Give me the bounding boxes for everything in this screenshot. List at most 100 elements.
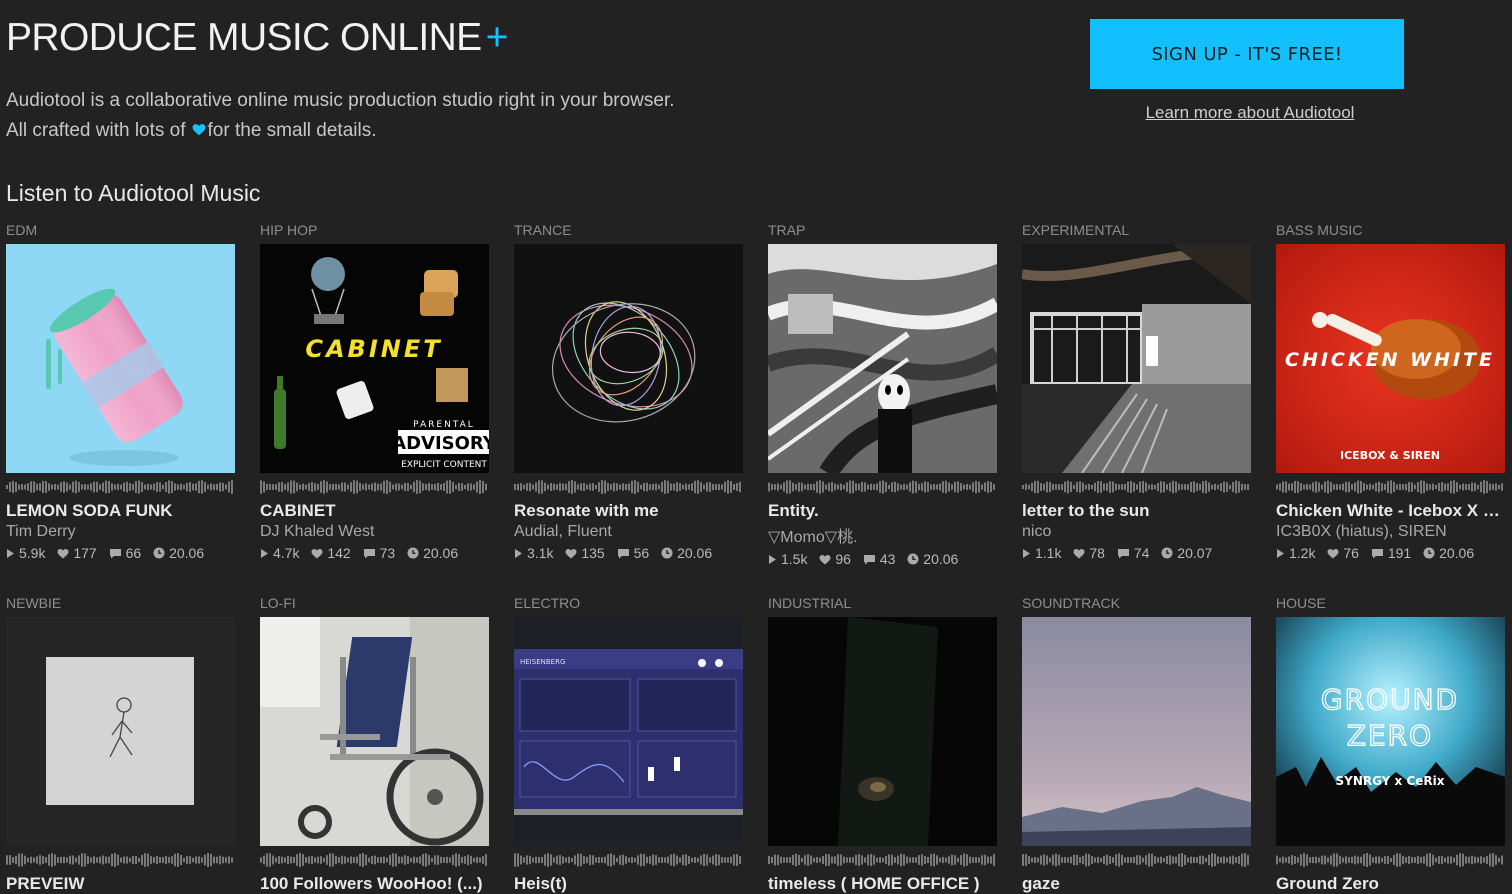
track-artist[interactable]: Audial, Fluent <box>514 523 743 541</box>
track-card[interactable]: EDM LEMON SODA FUNK Tim Derry 5.9k 177 6… <box>6 220 235 561</box>
hero-title: PRODUCE MUSIC ONLINE + <box>6 16 508 59</box>
track-title[interactable]: Ground Zero <box>1276 874 1505 894</box>
genre-label[interactable]: TRANCE <box>514 220 743 240</box>
genre-label[interactable]: TRAP <box>768 220 997 240</box>
svg-text:PARENTAL: PARENTAL <box>413 420 475 430</box>
track-title[interactable]: LEMON SODA FUNK <box>6 501 235 521</box>
track-title[interactable]: Heis(t) <box>514 874 743 894</box>
track-card[interactable]: LO-FI 100 Followers WooHoo! (...) <box>260 593 489 894</box>
play-count: 4.7k <box>273 545 300 561</box>
clock-icon <box>153 547 165 559</box>
play-icon <box>7 549 14 558</box>
track-title[interactable]: Chicken White - Icebox X SIREN <box>1276 501 1505 521</box>
genre-label[interactable]: HOUSE <box>1276 593 1505 613</box>
clock-icon <box>661 547 673 559</box>
track-cover[interactable] <box>1022 617 1251 846</box>
track-cover[interactable]: GROUND ZERO SYNRGY x CeRix <box>1276 617 1505 846</box>
comment-count: 74 <box>1133 545 1150 561</box>
track-card[interactable]: HIP HOP CABINET PARENTAL ADVISORY EXPLIC… <box>260 220 489 561</box>
track-artist[interactable]: Tim Derry <box>6 523 235 541</box>
track-date: 20.06 <box>423 545 459 561</box>
track-title[interactable]: Resonate with me <box>514 501 743 521</box>
svg-text:ICEBOX & SIREN: ICEBOX & SIREN <box>1340 449 1440 462</box>
track-date: 20.06 <box>677 545 713 561</box>
track-artist[interactable]: ▽Momo▽桃. <box>768 523 997 547</box>
track-title[interactable]: letter to the sun <box>1022 501 1251 521</box>
track-cover[interactable]: CABINET PARENTAL ADVISORY EXPLICIT CONTE… <box>260 244 489 473</box>
genre-label[interactable]: NEWBIE <box>6 593 235 613</box>
track-cover[interactable] <box>1022 244 1251 473</box>
waveform[interactable] <box>768 479 997 495</box>
svg-text:CABINET: CABINET <box>305 335 442 363</box>
like-count: 76 <box>1343 545 1359 561</box>
svg-text:ADVISORY: ADVISORY <box>392 433 489 454</box>
track-artist[interactable]: IC3B0X (hiatus), SIREN <box>1276 523 1505 541</box>
play-icon <box>1277 549 1284 558</box>
play-count: 1.5k <box>781 551 808 567</box>
track-card[interactable]: TRANCE Resonate with me Audial, Fluent 3… <box>514 220 743 561</box>
track-title[interactable]: CABINET <box>260 501 489 521</box>
track-cover[interactable]: CHICKEN WHITE ICEBOX & SIREN <box>1276 244 1505 473</box>
genre-label[interactable]: INDUSTRIAL <box>768 593 997 613</box>
track-title[interactable]: Entity. <box>768 501 997 521</box>
track-card[interactable]: INDUSTRIAL timeless ( HOME OFFICE ) <box>768 593 997 894</box>
genre-label[interactable]: LO-FI <box>260 593 489 613</box>
play-icon <box>1023 549 1030 558</box>
track-card[interactable]: BASS MUSIC CHICKEN WHITE ICEBOX & SIREN <box>1276 220 1505 561</box>
track-card[interactable]: HOUSE GROUND ZERO SYNRGY x CeRix Ground … <box>1276 593 1505 894</box>
track-date: 20.06 <box>1439 545 1475 561</box>
track-cover[interactable] <box>6 244 235 473</box>
comment-icon <box>617 549 629 559</box>
track-card[interactable]: SOUNDTRACK gaze <box>1022 593 1251 894</box>
track-cover[interactable] <box>260 617 489 846</box>
track-cover[interactable] <box>6 617 235 846</box>
learn-more-link[interactable]: Learn more about Audiotool <box>1090 103 1410 123</box>
track-artist[interactable]: DJ Khaled West <box>260 523 489 541</box>
like-count: 96 <box>835 551 851 567</box>
genre-label[interactable]: EXPERIMENTAL <box>1022 220 1251 240</box>
track-artist[interactable]: nico <box>1022 523 1251 541</box>
genre-label[interactable]: EDM <box>6 220 235 240</box>
genre-label[interactable]: HIP HOP <box>260 220 489 240</box>
track-card[interactable]: ELECTRO HEISENBERG Heis(t) <box>514 593 743 894</box>
heart-icon <box>57 549 69 559</box>
track-title[interactable]: gaze <box>1022 874 1251 894</box>
heart-icon <box>565 549 577 559</box>
track-card[interactable]: EXPERIMENTAL letter to the sun nico 1.1k… <box>1022 220 1251 561</box>
waveform[interactable] <box>1276 479 1505 495</box>
waveform[interactable] <box>6 479 235 495</box>
track-stats: 5.9k 177 66 20.06 <box>6 545 235 561</box>
track-card[interactable]: TRAP Entity. ▽Momo▽桃. 1.5k 96 43 20.06 <box>768 220 997 567</box>
play-count: 5.9k <box>19 545 46 561</box>
svg-text:GROUND: GROUND <box>1321 683 1459 716</box>
track-cover[interactable] <box>768 617 997 846</box>
track-card[interactable]: NEWBIE PREVEIW <box>6 593 235 894</box>
waveform[interactable] <box>1276 852 1505 868</box>
clock-icon <box>1161 547 1173 559</box>
track-cover[interactable] <box>514 244 743 473</box>
genre-label[interactable]: BASS MUSIC <box>1276 220 1505 240</box>
play-count: 1.2k <box>1289 545 1316 561</box>
waveform[interactable] <box>1022 852 1251 868</box>
clock-icon <box>407 547 419 559</box>
heart-icon <box>311 549 323 559</box>
waveform[interactable] <box>260 479 489 495</box>
signup-button[interactable]: SIGN UP - IT'S FREE! <box>1090 19 1404 89</box>
waveform[interactable] <box>768 852 997 868</box>
genre-label[interactable]: ELECTRO <box>514 593 743 613</box>
waveform[interactable] <box>6 852 235 868</box>
waveform[interactable] <box>514 852 743 868</box>
track-cover[interactable]: HEISENBERG <box>514 617 743 846</box>
track-title[interactable]: 100 Followers WooHoo! (...) <box>260 874 489 894</box>
track-cover[interactable] <box>768 244 997 473</box>
genre-label[interactable]: SOUNDTRACK <box>1022 593 1251 613</box>
waveform[interactable] <box>260 852 489 868</box>
play-count: 3.1k <box>527 545 554 561</box>
heart-icon <box>192 124 205 136</box>
track-title[interactable]: PREVEIW <box>6 874 235 894</box>
track-title[interactable]: timeless ( HOME OFFICE ) <box>768 874 997 894</box>
waveform[interactable] <box>1022 479 1251 495</box>
comment-icon <box>863 555 875 565</box>
waveform[interactable] <box>514 479 743 495</box>
track-stats: 1.1k 78 74 20.07 <box>1022 545 1251 561</box>
